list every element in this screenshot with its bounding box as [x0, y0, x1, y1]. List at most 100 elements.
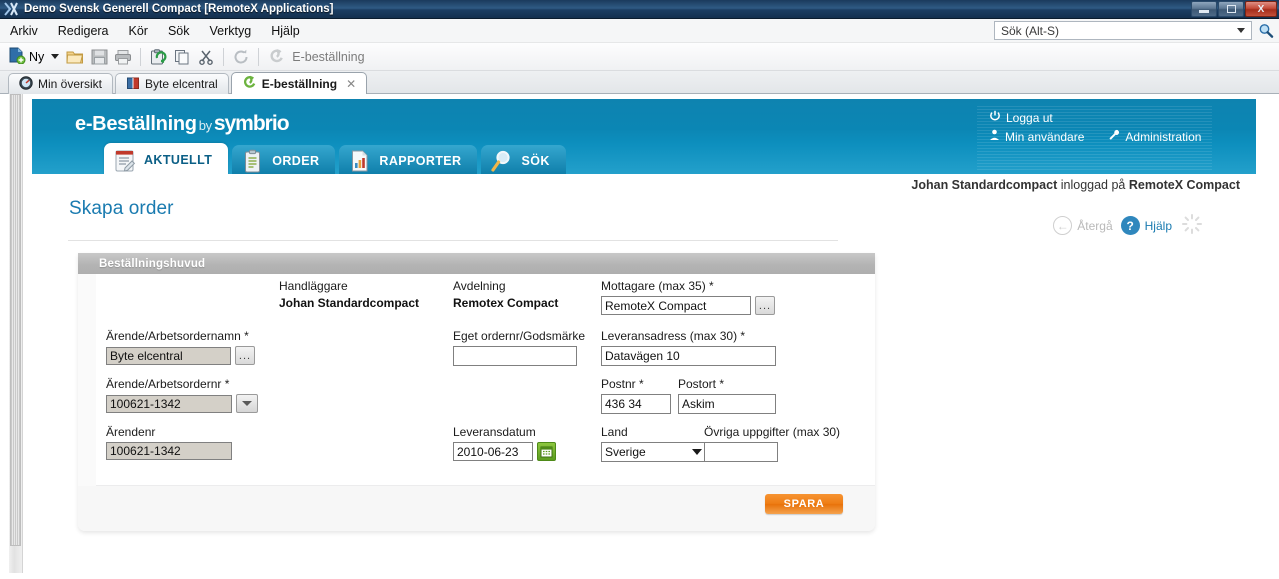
field-postort: Postort * Askim: [678, 377, 776, 414]
field-eget-ordernr: Eget ordernr/Godsmärke: [453, 329, 585, 366]
eget-ordernr-input[interactable]: [453, 346, 577, 366]
arende-namn-browse-button[interactable]: ...: [235, 346, 255, 365]
magnifier-icon[interactable]: [1257, 22, 1275, 40]
nav-tab-rapporter[interactable]: RAPPORTER: [339, 145, 478, 176]
panel-body: Ärende/Arbetsordernamn * Byte elcentral …: [96, 274, 875, 486]
global-search: Sök (Alt-S): [994, 21, 1275, 40]
window-titlebar: Demo Svensk Generell Compact [RemoteX Ap…: [0, 0, 1279, 19]
nav-tab-order[interactable]: ORDER: [232, 145, 336, 176]
leveransdatum-input[interactable]: 2010-06-23: [453, 442, 533, 461]
calendar-icon[interactable]: [537, 442, 556, 461]
minimize-button[interactable]: [1191, 1, 1217, 17]
page-vertical-scrollbar[interactable]: [9, 94, 23, 573]
logo-brand: symbrio: [213, 112, 290, 135]
field-arende-nr: Ärende/Arbetsordernr * 100621-1342: [106, 377, 258, 413]
primary-nav: AKTUELLT ORDER RAPPORTER SÖK: [104, 143, 570, 176]
power-icon: [989, 110, 1001, 125]
menu-item-hjalp[interactable]: Hjälp: [261, 21, 310, 41]
logout-row[interactable]: Logga ut: [977, 110, 1212, 125]
magnifier-icon: [489, 148, 515, 174]
field-label: Handläggare: [279, 279, 348, 293]
toolbar-divider: [140, 47, 142, 66]
tab-min-oversikt[interactable]: Min översikt: [8, 73, 114, 94]
nav-tab-label: ORDER: [272, 153, 320, 168]
app-body: Johan Standardcompact inloggad på Remote…: [32, 174, 1256, 573]
menu-item-kor[interactable]: Kör: [119, 21, 158, 41]
mottagare-input[interactable]: RemoteX Compact: [601, 296, 751, 315]
toolbar-divider: [223, 47, 225, 66]
close-button[interactable]: X: [1245, 1, 1277, 17]
tab-byte-elcentral[interactable]: Byte elcentral: [115, 73, 229, 94]
my-user-link[interactable]: Min användare: [1005, 130, 1084, 144]
postnr-input[interactable]: 436 34: [601, 394, 671, 414]
toolbar-module-label: E-beställning: [292, 49, 365, 64]
ovriga-input[interactable]: [704, 442, 778, 462]
logout-link[interactable]: Logga ut: [1006, 111, 1053, 125]
land-select[interactable]: Sverige: [601, 442, 709, 462]
chevron-down-icon[interactable]: [1237, 28, 1245, 33]
field-arende-namn: Ärende/Arbetsordernamn * Byte elcentral …: [106, 329, 255, 365]
restore-button[interactable]: [1218, 1, 1244, 17]
arende-nr-input[interactable]: 100621-1342: [106, 394, 232, 413]
administration-link[interactable]: Administration: [1125, 130, 1201, 144]
print-icon[interactable]: [112, 46, 134, 68]
chevron-down-icon[interactable]: [51, 54, 60, 59]
menu-item-redigera[interactable]: Redigera: [48, 21, 119, 41]
field-label: Avdelning: [453, 279, 506, 293]
close-icon[interactable]: ✕: [346, 77, 356, 91]
nav-tab-sok[interactable]: SÖK: [481, 145, 566, 176]
main-toolbar: Ny E-beställning: [0, 43, 1279, 71]
avdelning-value: Remotex Compact: [453, 296, 559, 310]
menu-item-arkiv[interactable]: Arkiv: [0, 21, 48, 41]
logo-by: by: [198, 118, 212, 133]
arende-namn-input[interactable]: Byte elcentral: [106, 346, 231, 365]
back-button[interactable]: ← Återgå: [1053, 216, 1113, 235]
page-bottom-strip: [32, 563, 1256, 573]
nav-tab-label: AKTUELLT: [144, 152, 213, 167]
field-label: Ärende/Arbetsordernr *: [106, 377, 230, 391]
field-label: Eget ordernr/Godsmärke: [453, 329, 586, 343]
land-selected-value: Sverige: [605, 445, 646, 459]
arendenr-input: 100621-1342: [106, 442, 232, 460]
field-mottagare: Mottagare (max 35) * RemoteX Compact ...: [601, 279, 775, 315]
nav-tab-aktuellt[interactable]: AKTUELLT: [104, 143, 229, 176]
page-title: Skapa order: [69, 198, 174, 219]
report-chart-icon: [347, 148, 373, 174]
scrollbar-thumb[interactable]: [10, 94, 21, 546]
field-label: Land: [601, 425, 628, 439]
menu-item-sok[interactable]: Sök: [158, 21, 200, 41]
mottagare-browse-button[interactable]: ...: [755, 296, 775, 315]
arende-nr-dropdown-button[interactable]: [236, 394, 258, 413]
handlaggare-value: Johan Standardcompact: [279, 296, 420, 310]
copy-icon[interactable]: [171, 46, 193, 68]
toolbar-divider: [258, 47, 260, 66]
new-button-label: Ny: [29, 49, 45, 64]
field-label: Postort *: [678, 377, 725, 391]
tab-ebestallning[interactable]: E-beställning ✕: [230, 72, 368, 94]
save-button[interactable]: SPARA: [765, 494, 843, 514]
loading-spinner-icon: [1180, 212, 1204, 239]
remotex-app-icon: [4, 2, 20, 16]
back-arrow-icon: ←: [1053, 216, 1073, 235]
panel-footer: SPARA: [78, 486, 875, 531]
leveransadress-input[interactable]: Datavägen 10: [601, 346, 776, 366]
user-icon: [989, 129, 1000, 144]
search-input[interactable]: Sök (Alt-S): [994, 21, 1252, 40]
refresh-icon[interactable]: [230, 46, 252, 68]
calendar-note-icon: [112, 147, 138, 173]
new-button[interactable]: Ny: [5, 45, 62, 69]
menu-item-verktyg[interactable]: Verktyg: [200, 21, 262, 41]
cut-icon[interactable]: [195, 46, 217, 68]
paste-icon[interactable]: [147, 46, 169, 68]
user-links: Logga ut Min användare Administration: [977, 106, 1212, 170]
field-label: Mottagare (max 35) *: [601, 279, 714, 293]
help-button[interactable]: ? Hjälp: [1120, 216, 1172, 235]
postort-input[interactable]: Askim: [678, 394, 776, 414]
help-label[interactable]: Hjälp: [1145, 219, 1172, 233]
field-arendenr: Ärendenr 100621-1342: [106, 425, 232, 460]
field-land: Land Sverige: [601, 425, 709, 462]
save-icon[interactable]: [88, 46, 110, 68]
dashboard-icon: [19, 75, 33, 93]
open-folder-icon[interactable]: [64, 46, 86, 68]
clipboard-icon: [240, 148, 266, 174]
